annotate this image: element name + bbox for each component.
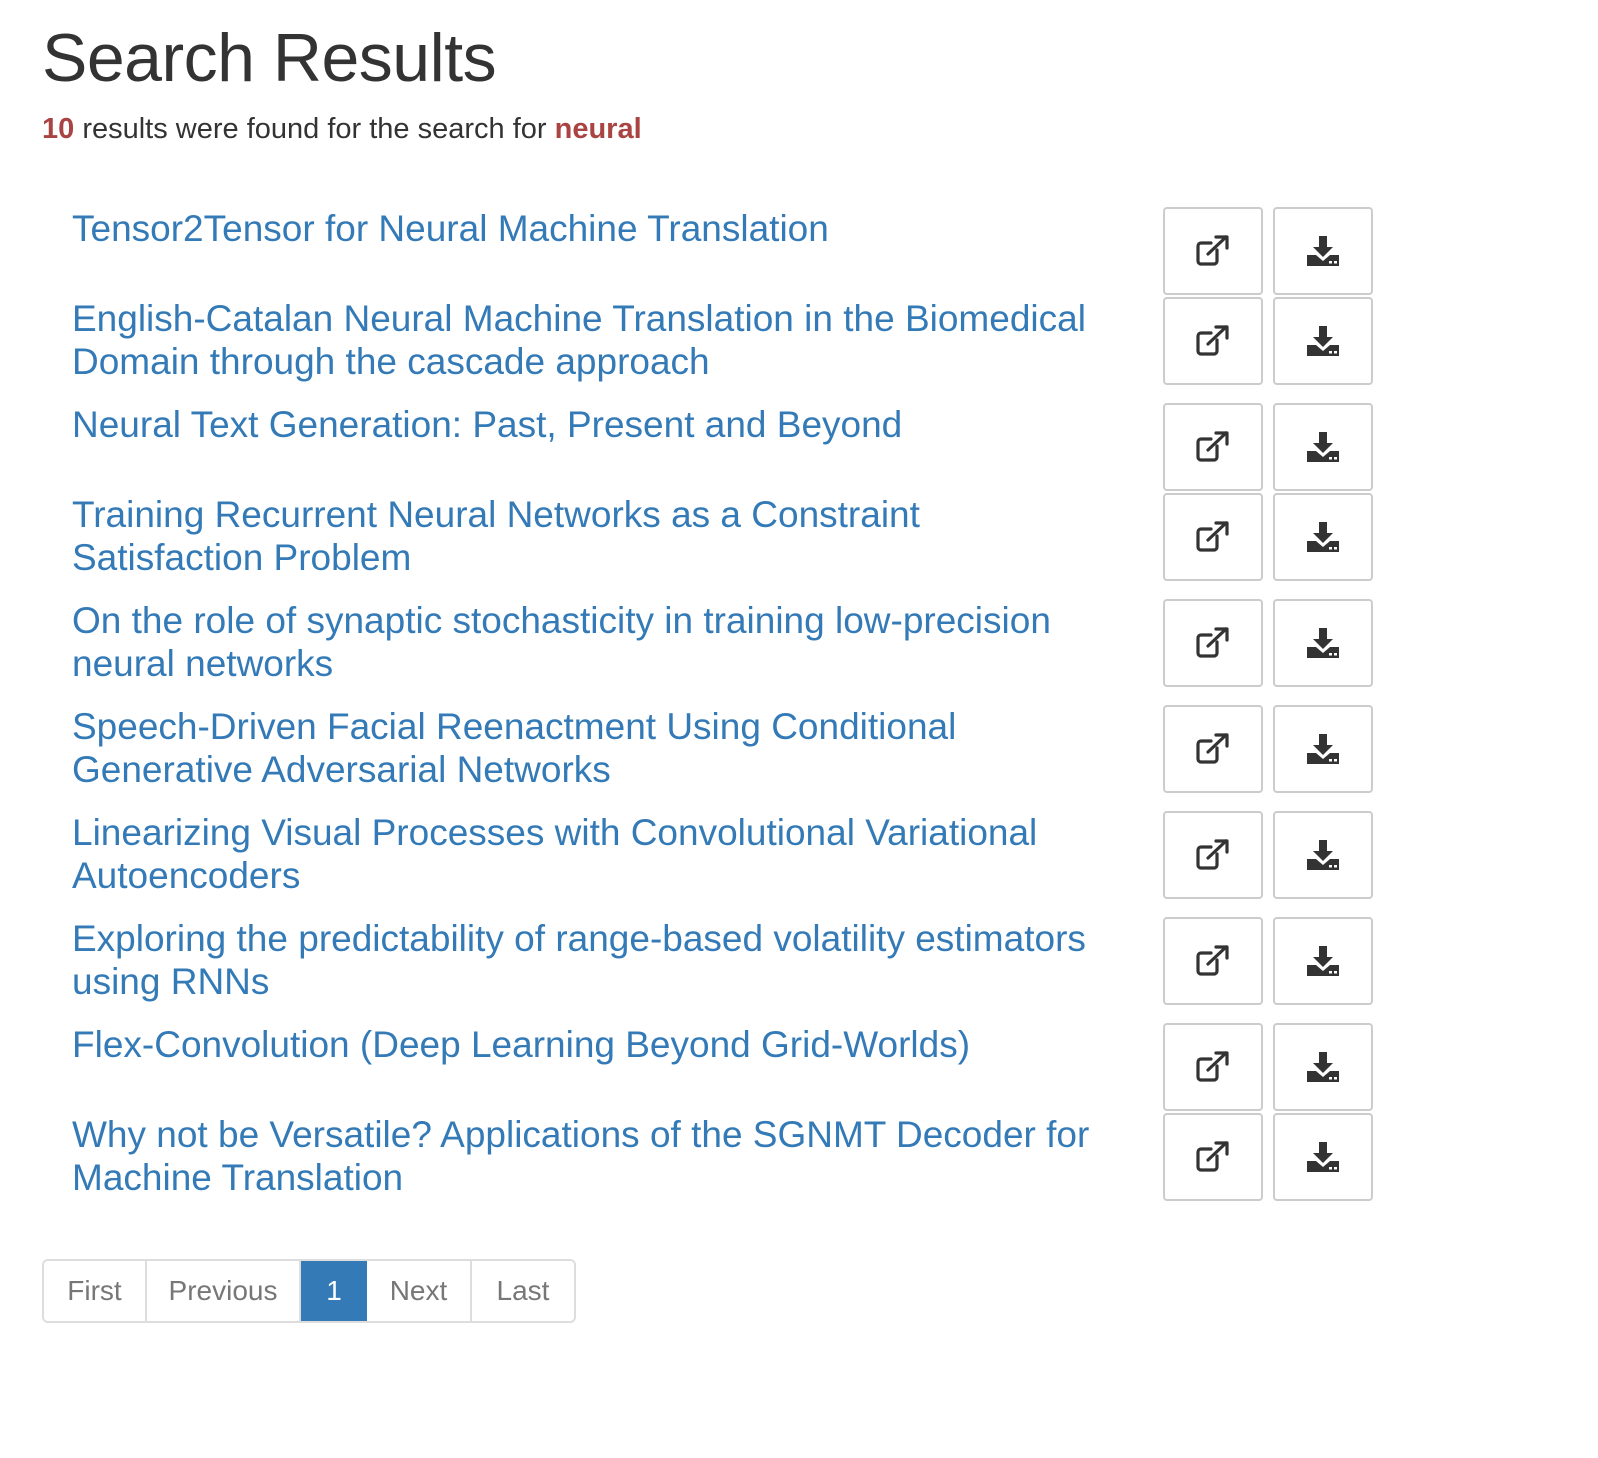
external-link-icon [1196,521,1229,552]
download-icon [1307,522,1339,552]
page-previous-button[interactable]: Previous [147,1261,301,1321]
open-paper-button[interactable] [1163,917,1263,1005]
result-title-link[interactable]: Neural Text Generation: Past, Present an… [72,403,1112,446]
download-icon [1307,946,1339,976]
download-icon [1307,326,1339,356]
page-first-button[interactable]: First [44,1261,147,1321]
pagination: First Previous 1 Next Last [42,1259,576,1323]
results-count: 10 [42,113,75,145]
open-paper-button[interactable] [1163,297,1263,385]
download-icon [1307,1052,1339,1082]
download-paper-button[interactable] [1273,917,1373,1005]
result-title-link[interactable]: Why not be Versatile? Applications of th… [72,1113,1112,1199]
download-icon [1307,1142,1339,1172]
open-paper-button[interactable] [1163,1023,1263,1111]
external-link-icon [1196,733,1229,764]
search-query: neural [554,113,642,145]
result-title-link[interactable]: Exploring the predictability of range-ba… [72,917,1112,1003]
open-paper-button[interactable] [1163,403,1263,491]
open-paper-button[interactable] [1163,493,1263,581]
external-link-icon [1196,1141,1229,1172]
result-title-link[interactable]: English-Catalan Neural Machine Translati… [72,297,1112,383]
page-next-button[interactable]: Next [367,1261,472,1321]
download-paper-button[interactable] [1273,207,1373,295]
download-icon [1307,734,1339,764]
external-link-icon [1196,627,1229,658]
download-paper-button[interactable] [1273,403,1373,491]
download-paper-button[interactable] [1273,1023,1373,1111]
download-paper-button[interactable] [1273,297,1373,385]
external-link-icon [1196,431,1229,462]
open-paper-button[interactable] [1163,207,1263,295]
download-icon [1307,432,1339,462]
external-link-icon [1196,945,1229,976]
page-current-button[interactable]: 1 [301,1261,367,1321]
result-title-link[interactable]: On the role of synaptic stochasticity in… [72,599,1112,685]
external-link-icon [1196,235,1229,266]
results-summary: 10 results were found for the search for… [42,110,642,148]
open-paper-button[interactable] [1163,599,1263,687]
result-title-link[interactable]: Tensor2Tensor for Neural Machine Transla… [72,207,1112,250]
download-icon [1307,840,1339,870]
external-link-icon [1196,1051,1229,1082]
download-paper-button[interactable] [1273,599,1373,687]
page-title: Search Results [42,20,497,96]
result-title-link[interactable]: Speech-Driven Facial Reenactment Using C… [72,705,1112,791]
result-title-link[interactable]: Linearizing Visual Processes with Convol… [72,811,1112,897]
external-link-icon [1196,325,1229,356]
page-last-button[interactable]: Last [472,1261,574,1321]
result-title-link[interactable]: Flex-Convolution (Deep Learning Beyond G… [72,1023,1112,1066]
download-paper-button[interactable] [1273,705,1373,793]
open-paper-button[interactable] [1163,1113,1263,1201]
download-icon [1307,628,1339,658]
open-paper-button[interactable] [1163,811,1263,899]
results-summary-text: results were found for the search for [74,113,555,145]
download-paper-button[interactable] [1273,1113,1373,1201]
result-title-link[interactable]: Training Recurrent Neural Networks as a … [72,493,1112,579]
download-paper-button[interactable] [1273,811,1373,899]
download-paper-button[interactable] [1273,493,1373,581]
external-link-icon [1196,839,1229,870]
open-paper-button[interactable] [1163,705,1263,793]
download-icon [1307,236,1339,266]
